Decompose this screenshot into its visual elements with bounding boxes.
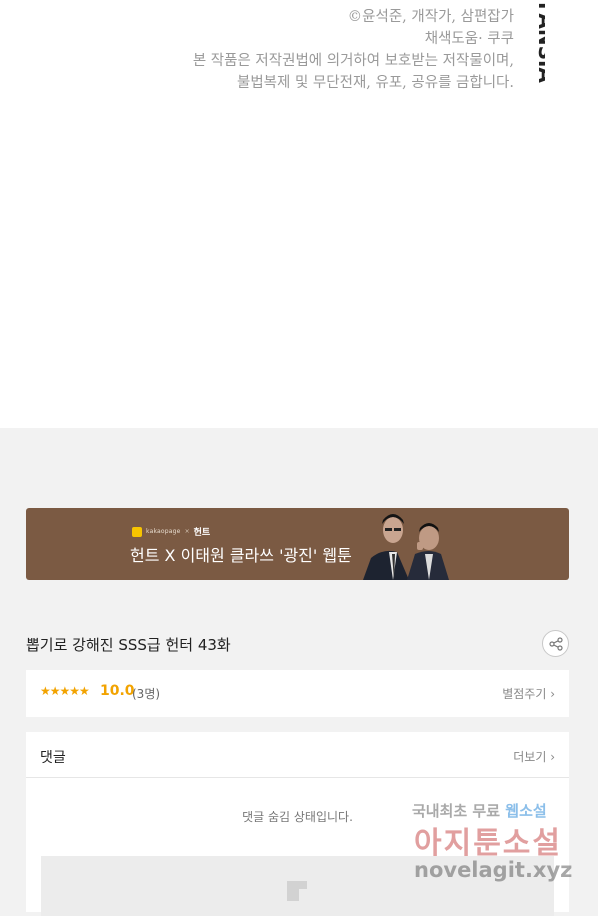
banner-characters-image (363, 514, 449, 580)
episode-title: 뽑기로 강해진 SSS급 헌터 43화 (26, 636, 231, 654)
copyright-line: 채색도움· 쿠쿠 (424, 31, 514, 47)
watermark-line3: novelagit.xyz (414, 858, 573, 882)
rating-stars: ★★★★★ (40, 684, 90, 698)
site-watermark: 국내최초 무료 웹소설 아지툰소설 novelagit.xyz (412, 796, 582, 886)
copyright-notice: ©윤석준, 개작가, 삼편잡가 채색도움· 쿠쿠 본 작품은 저작권법에 의거하… (193, 6, 514, 94)
rate-button[interactable]: 별점주기 › (502, 685, 555, 702)
banner-logo: kakaopage × 헌트 (132, 525, 210, 538)
banner-logo-text: kakaopage (146, 528, 181, 535)
comments-more-link[interactable]: 더보기 › (513, 748, 555, 765)
copyright-line: 본 작품은 저작권법에 의거하여 보호받는 저작물이며, (192, 53, 514, 69)
rating-score: 10.0 (100, 683, 135, 699)
copyright-line: 불법복제 및 무단전재, 유포, 공유를 금합니다. (237, 75, 514, 91)
copyright-line: ©윤석준, 개작가, 삼편잡가 (347, 9, 514, 25)
rating-count: (3명) (132, 687, 161, 701)
comments-heading: 댓글 (40, 750, 66, 766)
divider (26, 777, 569, 778)
banner-logo-sep: × (184, 528, 190, 535)
image-placeholder-icon (287, 881, 307, 901)
brand-text: FANSIA (534, 2, 545, 83)
banner-logo-partner: 헌트 (193, 528, 211, 538)
watermark-line2: 아지툰소설 (414, 826, 562, 861)
rating-card: ★★★★★ 10.0 (3명) 별점주기 › (26, 670, 569, 717)
share-icon (548, 636, 563, 651)
promo-banner[interactable]: kakaopage × 헌트 헌트 X 이태원 클라쓰 '광진' 웹툰 (26, 508, 569, 580)
fansia-logo: FANSIA (534, 2, 545, 83)
kakaopage-icon (132, 526, 142, 537)
share-button[interactable] (542, 630, 569, 657)
comic-end-panel: ©윤석준, 개작가, 삼편잡가 채색도움· 쿠쿠 본 작품은 저작권법에 의거하… (0, 0, 598, 428)
banner-title: 헌트 X 이태원 클라쓰 '광진' 웹툰 (130, 546, 352, 565)
